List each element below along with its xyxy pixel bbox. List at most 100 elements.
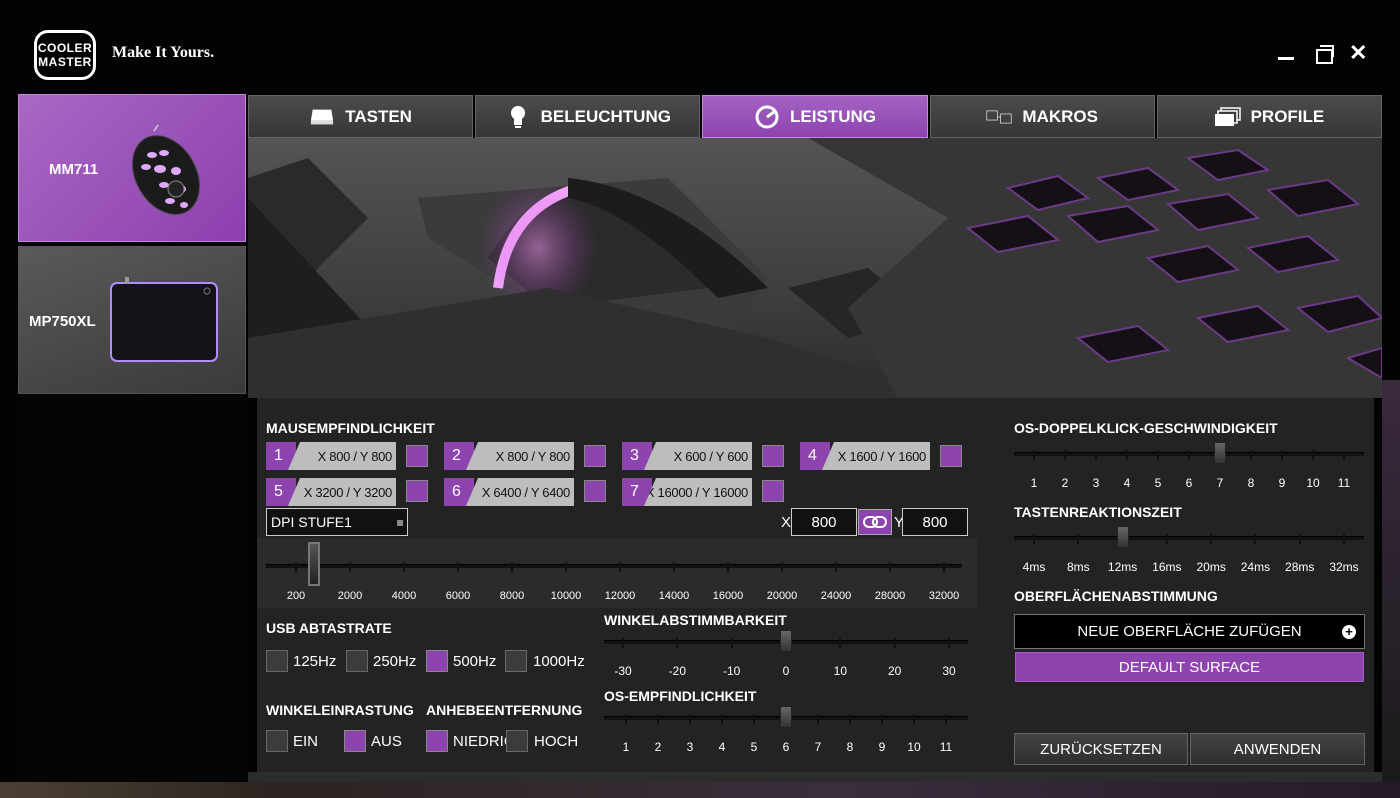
dpi-stage-2[interactable]: 2 X 800 / Y 800: [444, 442, 574, 470]
profiles-stack-icon: [1214, 106, 1241, 128]
close-button[interactable]: ✕: [1349, 42, 1369, 64]
device-mp750xl[interactable]: MP750XL: [18, 246, 246, 394]
device-mm711[interactable]: MM711: [18, 94, 246, 242]
tab-label: LEISTUNG: [790, 106, 876, 126]
slider-tick: [1281, 450, 1283, 460]
slider-tick: [1033, 534, 1035, 544]
maximize-button[interactable]: [1314, 44, 1334, 64]
link-xy-button[interactable]: [858, 509, 892, 535]
dpi-stage-5[interactable]: 5 X 3200 / Y 3200: [266, 478, 396, 506]
dpi-slider[interactable]: 200 2000 4000 6000 8000 10000 12000 14000 16000 2…: [257, 538, 977, 608]
angle-snapping-off-label: AUS: [371, 733, 402, 750]
tab-leistung[interactable]: LEISTUNG: [702, 95, 928, 138]
light-bulb-icon: [505, 105, 531, 128]
tab-beleuchtung[interactable]: BELEUCHTUNG: [475, 95, 701, 138]
slider-tick-label: 8: [846, 740, 854, 754]
lift-off-high-label: HOCH: [534, 733, 579, 750]
polling-1000hz-checkbox[interactable]: [505, 650, 527, 672]
slider-tick-label: 28000: [874, 590, 906, 602]
apply-button[interactable]: ANWENDEN: [1190, 733, 1365, 765]
slider-tick-label: 10: [907, 740, 921, 754]
slider-tick: [349, 562, 351, 572]
dpi-stage-select[interactable]: DPI STUFE1: [266, 508, 408, 536]
mousepad-image-icon: [110, 277, 218, 362]
slider-tick-label: 3: [1092, 476, 1100, 490]
dpi-stage-3-toggle[interactable]: [762, 445, 784, 467]
slider-thumb[interactable]: [780, 706, 792, 728]
slider-thumb[interactable]: [780, 630, 792, 652]
lift-off-high-checkbox[interactable]: [506, 730, 528, 752]
x-dpi-input[interactable]: 800: [791, 508, 857, 536]
os-sensitivity-slider[interactable]: 1 2 3 4 5 6 7 8 9 10 11: [604, 706, 970, 756]
slider-tick-label: 11: [1337, 476, 1351, 490]
slider-track: [1014, 450, 1364, 460]
lift-off-low-checkbox[interactable]: [426, 730, 448, 752]
reset-button[interactable]: ZURÜCKSETZEN: [1014, 733, 1188, 765]
slider-tick-label: 8: [1247, 476, 1255, 490]
slider-tick-label: 14000: [658, 590, 690, 602]
dpi-stage-2-toggle[interactable]: [584, 445, 606, 467]
dpi-stage-1-toggle[interactable]: [406, 445, 428, 467]
slider-tick-label: 32ms: [1329, 560, 1359, 574]
slider-tick-label: 16ms: [1152, 560, 1182, 574]
polling-125hz-checkbox[interactable]: [266, 650, 288, 672]
slider-tick-label: 10: [1306, 476, 1320, 490]
slider-thumb[interactable]: [1214, 442, 1226, 464]
dpi-stage-4[interactable]: 4 X 1600 / Y 1600: [800, 442, 930, 470]
surface-title: OBERFLÄCHENABSTIMMUNG: [1014, 588, 1218, 604]
angle-snapping-off-checkbox[interactable]: [344, 730, 366, 752]
polling-250hz-checkbox[interactable]: [346, 650, 368, 672]
angle-snapping-on-checkbox[interactable]: [266, 730, 288, 752]
tab-profile[interactable]: PROFILE: [1156, 95, 1383, 138]
tab-label: MAKROS: [1022, 106, 1098, 126]
dpi-stage-value: X 16000 / Y 16000: [644, 478, 752, 506]
slider-tick-label: 5: [750, 740, 758, 754]
logo-text-line2: MASTER: [38, 55, 92, 69]
dpi-stage-4-toggle[interactable]: [940, 445, 962, 467]
slider-tick: [817, 714, 819, 724]
slider-thumb[interactable]: [308, 542, 320, 586]
default-surface-item[interactable]: DEFAULT SURFACE: [1015, 652, 1364, 682]
slider-tick: [295, 562, 297, 572]
slider-tick-label: -20: [668, 664, 686, 678]
slider-tick-label: 24000: [820, 590, 852, 602]
slider-tick: [1343, 534, 1345, 544]
cooler-master-logo: COOLER MASTER: [34, 30, 96, 80]
double-click-speed-slider[interactable]: 1 2 3 4 5 6 7 8 9 10 11: [1014, 440, 1366, 490]
dpi-stage-7-toggle[interactable]: [762, 480, 784, 502]
polling-title: USB ABTASTRATE: [266, 620, 392, 636]
slider-thumb[interactable]: [1116, 526, 1129, 548]
app-window: COOLER MASTER Make It Yours. ✕ MM711 MP7…: [0, 0, 1400, 798]
plus-circle-icon: +: [1342, 625, 1356, 639]
dpi-stage-6-toggle[interactable]: [584, 480, 606, 502]
dpi-stage-5-toggle[interactable]: [406, 480, 428, 502]
add-surface-label: NEUE OBERFLÄCHE ZUFÜGEN: [1077, 623, 1302, 640]
dpi-stage-value: X 600 / Y 600: [644, 442, 752, 470]
minimize-button[interactable]: [1277, 44, 1297, 64]
add-surface-button[interactable]: NEUE OBERFLÄCHE ZUFÜGEN +: [1014, 614, 1365, 649]
slider-tick-label: 5: [1154, 476, 1162, 490]
dpi-stage-value: X 3200 / Y 3200: [288, 478, 396, 506]
tab-tasten[interactable]: TASTEN: [248, 95, 474, 138]
slider-tick: [403, 562, 405, 572]
slider-tick: [689, 714, 691, 724]
slider-tick: [730, 638, 733, 648]
slider-tick-label: 7: [814, 740, 822, 754]
tab-makros[interactable]: MAKROS: [929, 95, 1155, 138]
y-dpi-input[interactable]: 800: [902, 508, 968, 536]
dpi-stage-select-value: DPI STUFE1: [271, 514, 352, 530]
slider-tick-label: 24ms: [1240, 560, 1271, 574]
slider-tick: [943, 562, 945, 572]
slider-tick-label: 30: [942, 664, 956, 678]
response-time-slider[interactable]: 4ms 8ms 12ms 16ms 20ms 24ms 28ms 32ms: [1014, 524, 1366, 574]
slider-tick-label: 11: [939, 740, 953, 754]
apply-label: ANWENDEN: [1233, 740, 1322, 758]
y-dpi-value: 800: [922, 513, 948, 531]
slider-tick-label: 6: [782, 740, 790, 754]
polling-500hz-checkbox[interactable]: [426, 650, 448, 672]
dpi-stage-7[interactable]: 7 X 16000 / Y 16000: [622, 478, 752, 506]
dpi-stage-1[interactable]: 1 X 800 / Y 800: [266, 442, 396, 470]
angle-tuning-slider[interactable]: -30 -20 -10 0 10 20 30: [604, 630, 970, 680]
dpi-stage-6[interactable]: 6 X 6400 / Y 6400: [444, 478, 574, 506]
dpi-stage-3[interactable]: 3 X 600 / Y 600: [622, 442, 752, 470]
